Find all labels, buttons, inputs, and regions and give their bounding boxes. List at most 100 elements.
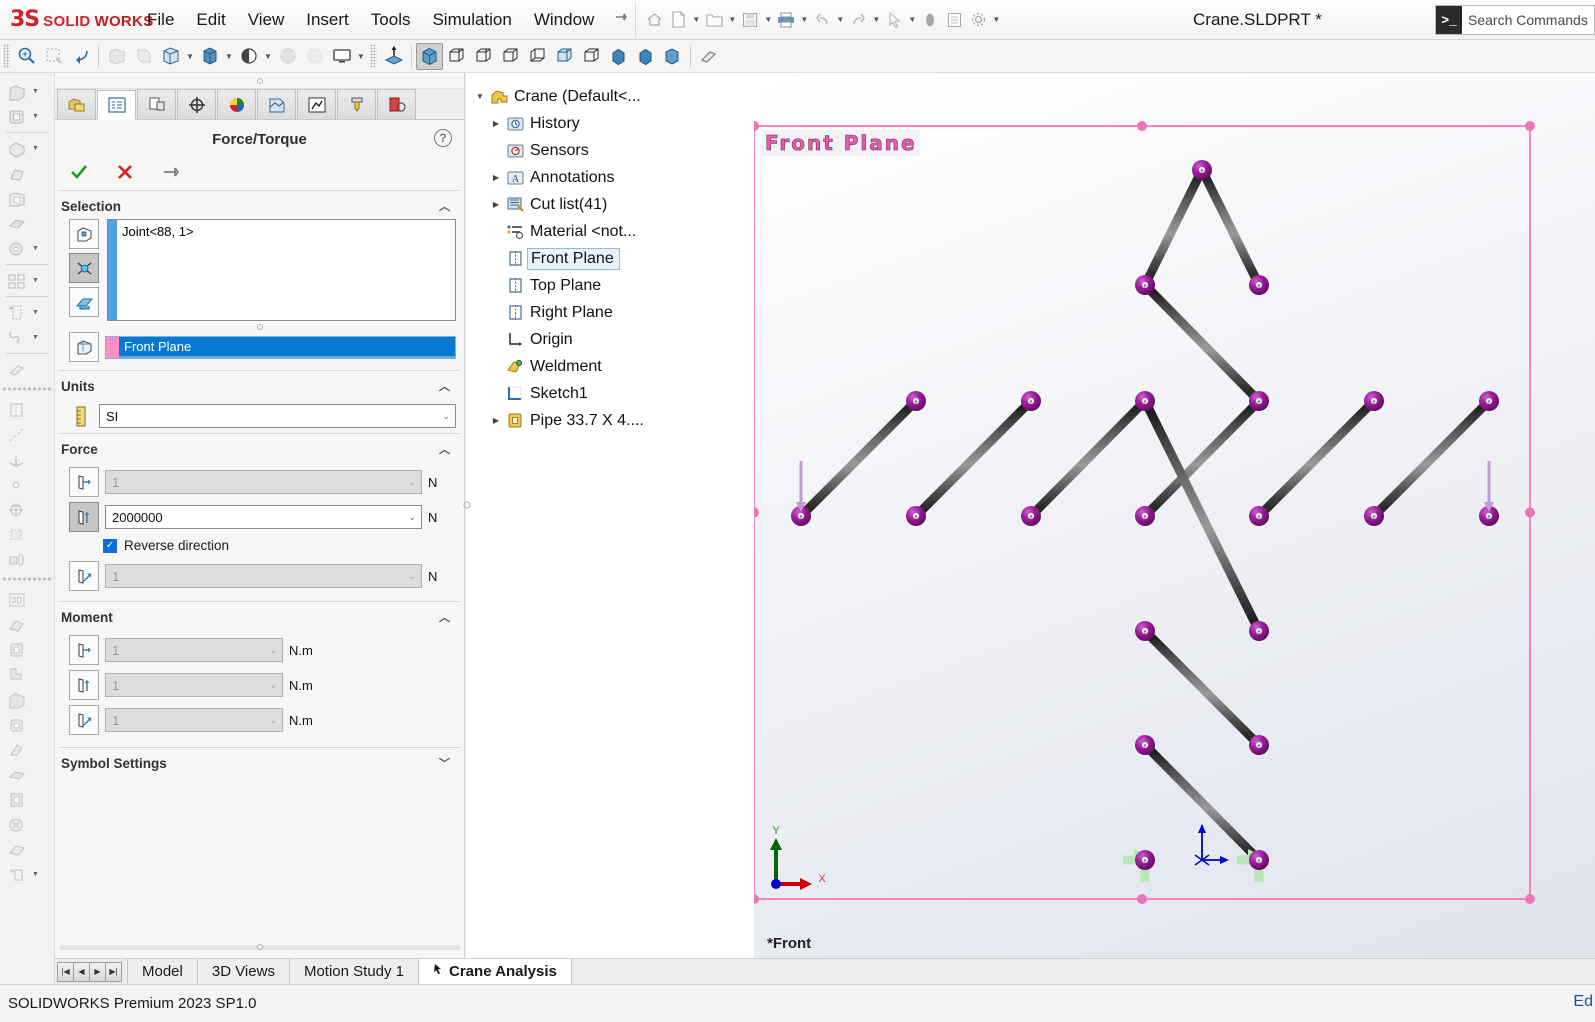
tree-node-history[interactable]: ▶ History	[468, 110, 754, 137]
panel-drag-handle[interactable]	[55, 73, 464, 89]
prev-tab-button[interactable]: ◀	[73, 961, 90, 982]
chevron-down-icon[interactable]: ⌄	[269, 680, 277, 691]
menu-item-tools[interactable]: Tools	[360, 5, 422, 35]
right-view-icon[interactable]	[524, 43, 551, 70]
select-cursor-icon[interactable]	[882, 7, 906, 33]
moment-z-input[interactable]: 1 ⌄	[105, 708, 283, 732]
force-section-header[interactable]: Force ︿	[55, 434, 464, 462]
zoom-to-fit-icon[interactable]	[13, 43, 40, 70]
reverse-direction-row[interactable]: ✓ Reverse direction	[55, 538, 464, 553]
inspection-tab[interactable]	[377, 89, 416, 119]
toolbar-grip-2[interactable]	[370, 44, 377, 68]
tab-3d-views[interactable]: 3D Views	[198, 958, 290, 985]
selection-resize-handle[interactable]	[55, 324, 464, 330]
rail-item-extruded-boss[interactable]: ▼	[0, 79, 54, 104]
moment-z-direction-button[interactable]	[69, 705, 99, 735]
print-icon[interactable]	[774, 7, 798, 33]
normal-to-icon[interactable]	[380, 43, 407, 70]
cancel-button[interactable]	[115, 162, 135, 182]
rail-item-mate[interactable]	[0, 497, 54, 522]
front-view-icon[interactable]	[443, 43, 470, 70]
bottom-view-icon[interactable]	[578, 43, 605, 70]
view-orientation-icon[interactable]	[157, 43, 184, 70]
rail-item-mold-tools[interactable]	[0, 812, 54, 837]
selection-section-header[interactable]: Selection ︿	[55, 191, 464, 219]
curves-dropdown[interactable]: ▼	[32, 334, 39, 341]
face-edge-vertex-button[interactable]	[69, 219, 99, 249]
undo-dropdown[interactable]: ▼	[834, 15, 846, 24]
rail-item-surface[interactable]	[0, 837, 54, 862]
tree-node-material[interactable]: Material <not...	[468, 218, 754, 245]
feature-manager-tab[interactable]	[57, 89, 96, 119]
gear-icon[interactable]	[966, 7, 990, 33]
motion-study-tab[interactable]	[297, 89, 336, 119]
revolved-boss-dropdown[interactable]: ▼	[32, 113, 39, 120]
pin-button[interactable]	[161, 162, 181, 182]
save-icon[interactable]	[738, 7, 762, 33]
rail-item-extruded-cut[interactable]	[0, 211, 54, 236]
rail-item-reference-geometry[interactable]: ▼	[0, 300, 54, 325]
moment-y-input[interactable]: 1 ⌄	[105, 673, 283, 697]
hide-show-dropdown[interactable]: ▼	[262, 52, 274, 61]
rail-item-fillet-bead[interactable]	[0, 712, 54, 737]
next-tab-button[interactable]: ▶	[89, 961, 106, 982]
print-dropdown[interactable]: ▼	[798, 15, 810, 24]
dimetric-view-icon[interactable]	[632, 43, 659, 70]
tree-node-sketch1[interactable]: Sketch1	[468, 380, 754, 407]
pin-icon[interactable]	[613, 9, 629, 30]
display-style-icon[interactable]	[196, 43, 223, 70]
select-dropdown[interactable]: ▼	[906, 15, 918, 24]
apply-scene-icon[interactable]	[301, 43, 328, 70]
rail-item-coordinate-system[interactable]	[0, 447, 54, 472]
chevron-right-icon[interactable]: ▶	[488, 416, 504, 425]
undo-icon[interactable]	[810, 7, 834, 33]
edit-appearance-icon[interactable]	[274, 43, 301, 70]
rail-item-sketch-line[interactable]	[0, 422, 54, 447]
toolbar-grip[interactable]	[3, 44, 10, 68]
options-list-icon[interactable]	[942, 7, 966, 33]
scroll-thumb[interactable]	[257, 944, 263, 950]
extruded-boss-dropdown[interactable]: ▼	[32, 88, 39, 95]
force-collapse-chevron[interactable]: ︿	[439, 441, 450, 457]
chevron-down-icon[interactable]: ⌄	[269, 645, 277, 656]
new-document-dropdown[interactable]: ▼	[690, 15, 702, 24]
hole-wizard-dropdown[interactable]: ▼	[32, 245, 39, 252]
save-dropdown[interactable]: ▼	[762, 15, 774, 24]
isometric-view-icon[interactable]	[416, 42, 443, 70]
zoom-to-area-icon[interactable]	[40, 43, 67, 70]
configuration-manager-tab[interactable]	[137, 89, 176, 119]
graphics-viewport[interactable]: e e e e e e e e e e e e e e e e e e e e e e Front Plane Y X *…	[754, 73, 1595, 958]
moment-x-input[interactable]: 1 ⌄	[105, 638, 283, 662]
moment-y-direction-button[interactable]	[69, 670, 99, 700]
chevron-right-icon[interactable]: ▶	[488, 119, 504, 128]
simulation-tab[interactable]	[257, 89, 296, 119]
tree-node-crane[interactable]: ▼ Crane (Default<...	[468, 83, 754, 110]
truss-model-graphic[interactable]: e e e e e e e e e e e e e e e e e e e e e e	[754, 73, 1595, 958]
force-z-direction-button[interactable]	[69, 561, 99, 591]
tree-node-annotations[interactable]: ▶ A Annotations	[468, 164, 754, 191]
symbol-settings-section-header[interactable]: Symbol Settings ﹀	[55, 748, 464, 776]
chevron-down-icon[interactable]: ⌄	[408, 512, 416, 523]
tree-node-front-plane[interactable]: Front Plane	[468, 245, 754, 272]
tree-node-origin[interactable]: Origin	[468, 326, 754, 353]
draft-analysis-icon[interactable]	[130, 43, 157, 70]
units-section-header[interactable]: Units ︿	[55, 371, 464, 399]
menu-item-simulation[interactable]: Simulation	[421, 5, 522, 35]
tree-node-cut-list[interactable]: ▶ Cut list(41)	[468, 191, 754, 218]
rail-item-lofted-boss[interactable]	[0, 161, 54, 186]
search-commands-box[interactable]: >_ Search Commands	[1435, 5, 1595, 35]
home-icon[interactable]	[642, 7, 666, 33]
help-icon[interactable]: ?	[434, 129, 452, 147]
reference-plane-field[interactable]: Front Plane	[105, 335, 456, 359]
view-orientation-dropdown[interactable]: ▼	[184, 52, 196, 61]
rail-item-end-cap[interactable]	[0, 687, 54, 712]
rail-item-revolved-boss[interactable]: ▼	[0, 104, 54, 129]
moment-collapse-chevron[interactable]: ︿	[439, 609, 450, 625]
reverse-direction-checkbox[interactable]: ✓	[103, 538, 117, 553]
tree-node-right-plane[interactable]: Right Plane	[468, 299, 754, 326]
rail-item-weld-bead[interactable]	[0, 762, 54, 787]
menu-item-insert[interactable]: Insert	[295, 5, 360, 35]
selection-list-box[interactable]: Joint<88, 1>	[107, 219, 456, 321]
analysis-dropdown[interactable]: ▼	[32, 871, 39, 878]
joint-selection-button[interactable]	[69, 253, 99, 283]
